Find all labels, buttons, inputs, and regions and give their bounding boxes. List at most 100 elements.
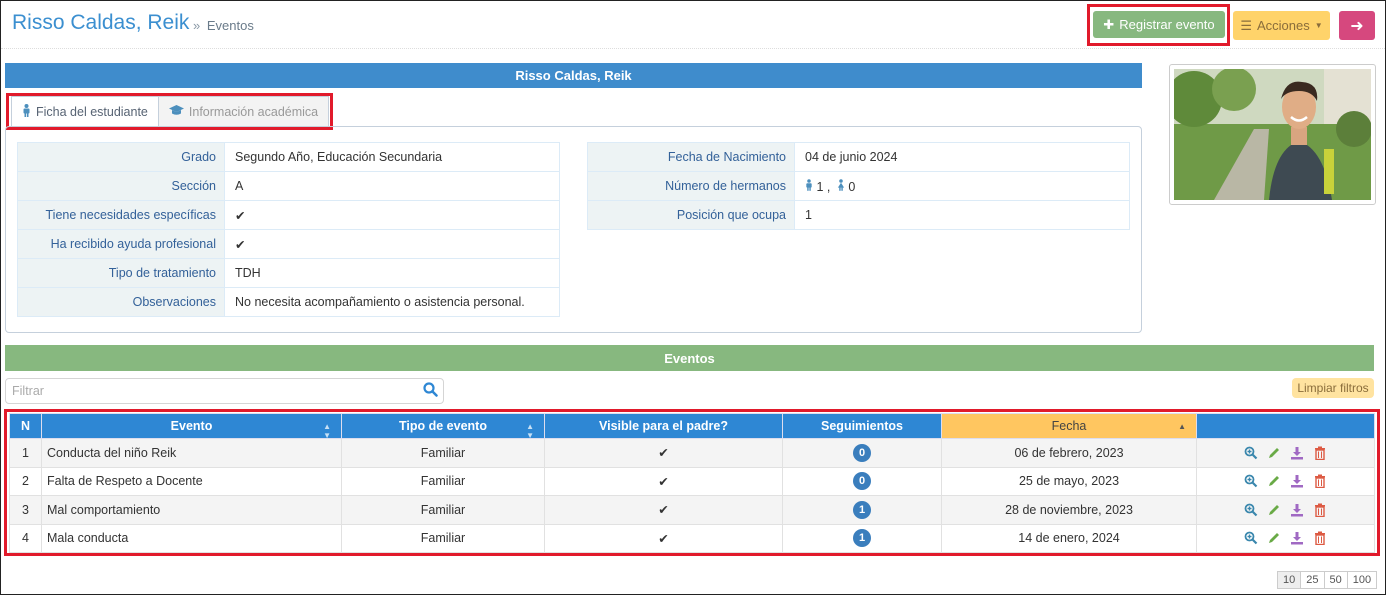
register-event-button[interactable]: ✚ Registrar evento	[1093, 11, 1225, 38]
tab-academic-info[interactable]: Información académica	[158, 96, 330, 127]
student-name-bar: Risso Caldas, Reik	[5, 63, 1142, 88]
siblings-value: 1 , 0	[794, 171, 1130, 201]
download-icon[interactable]	[1289, 473, 1305, 489]
info-row: Número de hermanos 1 , 0	[587, 171, 1130, 201]
page-size-selector: 10 25 50 100	[1277, 571, 1378, 589]
search-icon[interactable]	[423, 382, 438, 400]
actions-label: Acciones	[1256, 18, 1310, 33]
table-row: 3 Mal comportamiento Familiar ✔ 1 28 de …	[9, 495, 1375, 525]
cell-event-type: Familiar	[341, 438, 545, 468]
info-label: Tiene necesidades específicas	[17, 200, 225, 230]
info-label: Número de hermanos	[587, 171, 795, 201]
table-header-row: N Evento ▲ ▼ Tipo de evento ▲ ▼ Visible para…	[9, 413, 1375, 440]
cell-followups: 0	[782, 466, 942, 496]
table-row: 1 Conducta del niño Reik Familiar ✔ 0 06…	[9, 438, 1375, 468]
trash-icon[interactable]	[1312, 530, 1328, 546]
cell-n: 3	[9, 495, 42, 525]
download-icon[interactable]	[1289, 502, 1305, 518]
column-header-label: Tipo de evento	[399, 419, 487, 433]
page-size-option[interactable]: 25	[1300, 571, 1325, 589]
zoom-in-icon[interactable]	[1243, 502, 1259, 518]
actions-dropdown-button[interactable]: ☰ Acciones ▼	[1233, 11, 1330, 40]
column-header-date[interactable]: Fecha ▲	[941, 413, 1197, 439]
back-button[interactable]: ➜	[1339, 11, 1375, 40]
info-value: 1	[794, 200, 1130, 230]
pencil-icon[interactable]	[1266, 502, 1282, 518]
cell-followups: 0	[782, 438, 942, 468]
cell-event: Mala conducta	[41, 523, 342, 553]
cell-date: 25 de mayo, 2023	[941, 466, 1197, 496]
pencil-icon[interactable]	[1266, 445, 1282, 461]
plus-icon: ✚	[1103, 16, 1115, 32]
pencil-icon[interactable]	[1266, 530, 1282, 546]
column-header-visible: Visible para el padre?	[544, 413, 783, 439]
column-header-event-type[interactable]: Tipo de evento ▲ ▼	[341, 413, 545, 440]
cell-n: 1	[9, 438, 42, 468]
info-row: Grado Segundo Año, Educación Secundaria	[17, 142, 560, 172]
page-size-option[interactable]: 50	[1323, 571, 1348, 589]
info-row: Fecha de Nacimiento 04 de junio 2024	[587, 142, 1130, 172]
filter-input[interactable]: Filtrar	[5, 378, 444, 404]
siblings-separator: ,	[826, 179, 831, 194]
breadcrumb-current[interactable]: Eventos	[207, 18, 254, 33]
info-row: Sección A	[17, 171, 560, 201]
cell-event: Falta de Respeto a Docente	[41, 466, 342, 496]
info-label: Sección	[17, 171, 225, 201]
zoom-in-icon[interactable]	[1243, 530, 1259, 546]
info-value: No necesita acompañamiento o asistencia …	[224, 287, 560, 317]
cell-actions	[1196, 523, 1375, 553]
tab-student-profile-label: Ficha del estudiante	[36, 105, 148, 119]
trash-icon[interactable]	[1312, 502, 1328, 518]
page-size-option[interactable]: 10	[1277, 571, 1302, 589]
female-siblings-count: 0	[848, 179, 856, 194]
breadcrumb: » Eventos	[193, 18, 254, 33]
pencil-icon[interactable]	[1266, 473, 1282, 489]
info-label: Observaciones	[17, 287, 225, 317]
zoom-in-icon[interactable]	[1243, 445, 1259, 461]
male-siblings-count: 1	[816, 179, 824, 194]
info-value: 04 de junio 2024	[794, 142, 1130, 172]
table-row: 4 Mala conducta Familiar ✔ 1 14 de enero…	[9, 523, 1375, 553]
events-table: N Evento ▲ ▼ Tipo de evento ▲ ▼ Visible para…	[9, 413, 1375, 553]
download-icon[interactable]	[1289, 530, 1305, 546]
column-header-event[interactable]: Evento ▲ ▼	[41, 413, 342, 440]
info-value: A	[224, 171, 560, 201]
followups-badge: 1	[853, 500, 871, 519]
column-header-n: N	[9, 413, 42, 439]
trash-icon[interactable]	[1312, 445, 1328, 461]
trash-icon[interactable]	[1312, 473, 1328, 489]
info-value: Segundo Año, Educación Secundaria	[224, 142, 560, 172]
cell-actions	[1196, 438, 1375, 468]
sort-icon: ▲ ▼	[323, 422, 331, 440]
cell-followups: 1	[782, 523, 942, 553]
column-header-actions	[1196, 413, 1375, 439]
download-icon[interactable]	[1289, 445, 1305, 461]
clear-filters-button[interactable]: Limpiar filtros	[1292, 378, 1374, 398]
student-photo	[1169, 64, 1376, 205]
cell-event-type: Familiar	[341, 523, 545, 553]
female-icon	[837, 178, 848, 194]
info-label: Ha recibido ayuda profesional	[17, 229, 225, 259]
cell-event-type: Familiar	[341, 495, 545, 525]
caret-down-icon: ▼	[1314, 21, 1323, 30]
followups-badge: 0	[853, 472, 871, 491]
page-size-option[interactable]: 100	[1346, 571, 1378, 589]
check-icon: ✔	[224, 229, 560, 259]
check-icon: ✔	[544, 466, 783, 496]
cell-date: 28 de noviembre, 2023	[941, 495, 1197, 525]
zoom-in-icon[interactable]	[1243, 473, 1259, 489]
sort-icon: ▲ ▼	[526, 422, 534, 440]
tab-student-profile[interactable]: Ficha del estudiante	[11, 96, 159, 127]
column-header-label: Evento	[170, 419, 213, 433]
check-icon: ✔	[544, 523, 783, 553]
info-label: Grado	[17, 142, 225, 172]
cell-followups: 1	[782, 495, 942, 525]
cell-event: Conducta del niño Reik	[41, 438, 342, 468]
arrow-left-icon: ➜	[1350, 17, 1364, 35]
check-icon: ✔	[224, 200, 560, 230]
info-row: Observaciones No necesita acompañamiento…	[17, 287, 560, 317]
info-label: Tipo de tratamiento	[17, 258, 225, 288]
graduation-cap-icon	[168, 105, 184, 119]
check-icon: ✔	[544, 495, 783, 525]
info-row: Ha recibido ayuda profesional ✔	[17, 229, 560, 259]
